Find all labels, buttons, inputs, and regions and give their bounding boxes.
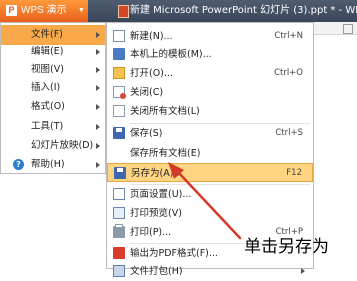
arrow-shaft bbox=[176, 170, 242, 240]
annotation-text: 单击另存为 bbox=[244, 237, 329, 257]
annotation-arrow bbox=[168, 162, 242, 240]
